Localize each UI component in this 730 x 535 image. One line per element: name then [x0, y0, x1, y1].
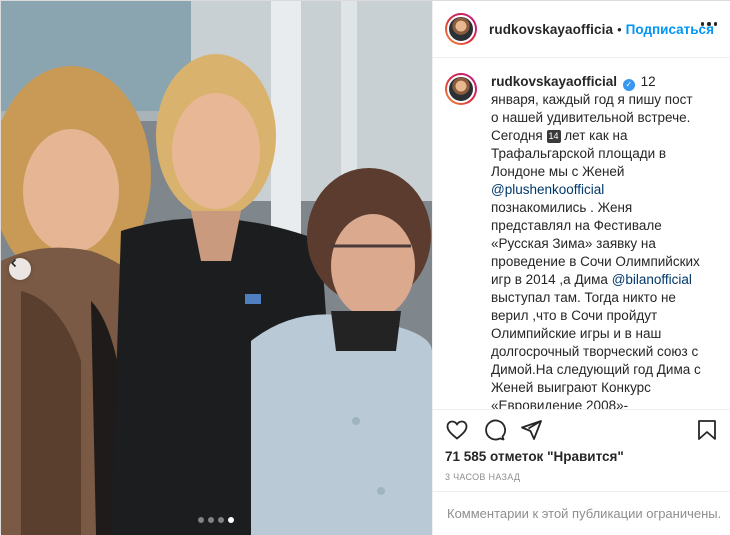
comments-limited-text: Комментарии к этой публикации ограничены…	[447, 506, 722, 521]
likes-count[interactable]: 71 585 отметок "Нравится"	[445, 449, 624, 464]
post-photo[interactable]	[1, 1, 432, 535]
save-button[interactable]	[695, 418, 721, 444]
action-bar	[433, 409, 730, 453]
caption-avatar[interactable]	[445, 73, 477, 105]
comment-button[interactable]	[482, 418, 508, 444]
carousel-dot	[208, 517, 214, 523]
like-button[interactable]	[445, 418, 471, 444]
carousel-indicator	[198, 517, 234, 523]
avatar-image	[447, 15, 475, 43]
caption-area: rudkovskayaofficial ✓ 12 января, каждый …	[433, 59, 730, 409]
author-username[interactable]: rudkovskayaofficia	[489, 22, 613, 37]
post-sidebar: rudkovskayaofficia • Подписаться rudkovs…	[432, 1, 730, 535]
photo-image	[1, 1, 432, 535]
verified-badge-icon: ✓	[622, 79, 635, 91]
keycap-emoji: 14	[546, 130, 561, 143]
chevron-left-icon	[10, 258, 17, 268]
mention-link[interactable]: @plushenkoofficial	[491, 182, 604, 197]
caption-username[interactable]: rudkovskayaofficial	[491, 74, 617, 89]
caption-text: rudkovskayaofficial ✓ 12 января, каждый …	[491, 73, 701, 409]
post-timestamp[interactable]: 3 ЧАСОВ НАЗАД	[445, 472, 520, 482]
post-header: rudkovskayaofficia • Подписаться	[433, 1, 730, 58]
share-button[interactable]	[519, 418, 545, 444]
carousel-dot-active	[228, 517, 234, 523]
post-container: rudkovskayaofficia • Подписаться rudkovs…	[0, 0, 730, 535]
heart-icon	[446, 420, 468, 440]
caption: rudkovskayaofficial ✓ 12 января, каждый …	[445, 73, 719, 409]
comments-limited-notice: Комментарии к этой публикации ограничены…	[433, 491, 730, 535]
more-dot-icon	[700, 22, 704, 26]
carousel-dot	[218, 517, 224, 523]
header-separator: •	[617, 21, 622, 37]
author-avatar[interactable]	[445, 13, 477, 45]
avatar-image	[447, 75, 475, 103]
paper-plane-icon	[521, 420, 542, 440]
carousel-prev-button[interactable]	[9, 258, 31, 280]
more-dot-icon	[713, 22, 717, 26]
more-dot-icon	[707, 22, 711, 26]
more-options-button[interactable]	[700, 22, 717, 26]
carousel-dot	[198, 517, 204, 523]
mention-link[interactable]: @bilanofficial	[612, 272, 692, 287]
caption-part: выступал там. Тогда никто не верил ,что …	[491, 290, 701, 409]
comment-icon	[485, 419, 506, 441]
bookmark-icon	[698, 420, 716, 440]
